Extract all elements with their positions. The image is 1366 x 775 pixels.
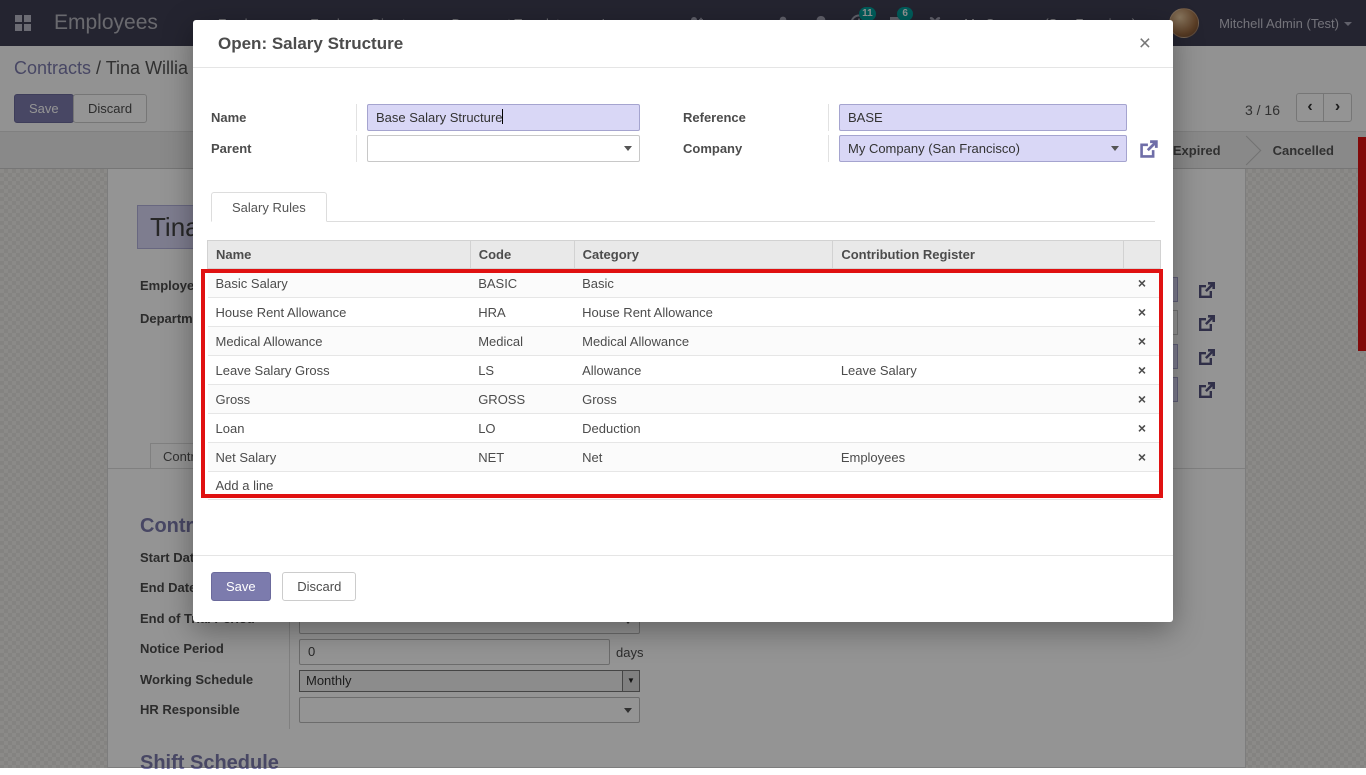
company-field[interactable]: My Company (San Francisco) xyxy=(839,135,1127,162)
table-row[interactable]: Gross GROSS Gross × xyxy=(208,385,1161,414)
form-group-left: Name Base Salary Structure Parent xyxy=(211,104,657,162)
delete-row-icon[interactable]: × xyxy=(1123,443,1160,472)
close-icon[interactable]: × xyxy=(1139,33,1151,54)
table-body: Basic Salary BASIC Basic × House Rent Al… xyxy=(208,269,1161,472)
chevron-down-icon xyxy=(624,146,632,151)
table-row[interactable]: Loan LO Deduction × xyxy=(208,414,1161,443)
table-row[interactable]: Medical Allowance Medical Medical Allowa… xyxy=(208,327,1161,356)
salary-rules-table: Name Code Category Contribution Register… xyxy=(207,240,1161,500)
chevron-down-icon xyxy=(1111,146,1119,151)
text-cursor xyxy=(502,109,503,124)
parent-label: Parent xyxy=(211,135,357,162)
col-contribution-register[interactable]: Contribution Register xyxy=(833,241,1124,269)
dialog-header: Open: Salary Structure × xyxy=(193,20,1173,68)
delete-row-icon[interactable]: × xyxy=(1123,327,1160,356)
reference-label: Reference xyxy=(683,104,829,131)
delete-row-icon[interactable]: × xyxy=(1123,269,1160,298)
col-actions xyxy=(1123,241,1160,269)
table-header-row: Name Code Category Contribution Register xyxy=(208,241,1161,269)
table-row[interactable]: Leave Salary Gross LS Allowance Leave Sa… xyxy=(208,356,1161,385)
discard-button[interactable]: Discard xyxy=(282,572,356,601)
col-category[interactable]: Category xyxy=(574,241,833,269)
parent-field[interactable] xyxy=(367,135,640,162)
delete-row-icon[interactable]: × xyxy=(1123,356,1160,385)
col-name[interactable]: Name xyxy=(208,241,471,269)
table-row[interactable]: Basic Salary BASIC Basic × xyxy=(208,269,1161,298)
dialog-footer: Save Discard xyxy=(193,555,1173,622)
add-line-row: Add a line xyxy=(208,472,1161,500)
salary-structure-dialog: Open: Salary Structure × Name Base Salar… xyxy=(193,20,1173,622)
tab-divider xyxy=(211,221,1155,222)
add-a-line-link[interactable]: Add a line xyxy=(208,472,1161,500)
name-input[interactable]: Base Salary Structure xyxy=(367,104,640,131)
delete-row-icon[interactable]: × xyxy=(1123,414,1160,443)
reference-input[interactable]: BASE xyxy=(839,104,1127,131)
table-row[interactable]: House Rent Allowance HRA House Rent Allo… xyxy=(208,298,1161,327)
tab-salary-rules[interactable]: Salary Rules xyxy=(211,192,327,222)
form-group-right: Reference BASE Company My Company (San F… xyxy=(683,104,1161,162)
col-code[interactable]: Code xyxy=(470,241,574,269)
name-label: Name xyxy=(211,104,357,131)
save-button[interactable]: Save xyxy=(211,572,271,601)
dialog-title: Open: Salary Structure xyxy=(218,34,403,54)
table-row[interactable]: Net Salary NET Net Employees × xyxy=(208,443,1161,472)
delete-row-icon[interactable]: × xyxy=(1123,298,1160,327)
company-label: Company xyxy=(683,135,829,162)
external-link-icon[interactable] xyxy=(1137,137,1161,161)
delete-row-icon[interactable]: × xyxy=(1123,385,1160,414)
